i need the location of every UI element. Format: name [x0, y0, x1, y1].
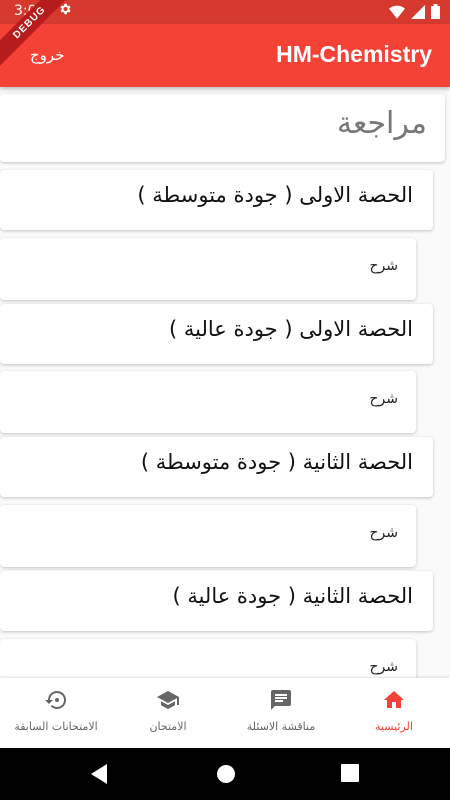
history-icon [44, 688, 68, 712]
nav-item-home[interactable]: الرئيسية [338, 678, 450, 748]
nav-label: الامتحان [149, 720, 187, 733]
home-icon [382, 688, 406, 712]
nav-label: الرئيسية [375, 720, 413, 733]
back-icon[interactable] [91, 764, 109, 788]
explain-label: شرح [369, 525, 399, 541]
cellular-signal-icon [411, 4, 425, 23]
review-title: مراجعة [336, 106, 427, 141]
chat-icon [269, 688, 293, 712]
review-card: مراجعة [0, 94, 445, 162]
lesson-card[interactable]: الحصة الاولى ( جودة متوسطة ) [0, 170, 433, 230]
nav-item-exam[interactable]: الامتحان [112, 678, 224, 748]
lesson-title: الحصة الاولى ( جودة عالية ) [169, 317, 413, 341]
main-content[interactable]: مراجعة الحصة الاولى ( جودة متوسطة ) شرح … [0, 87, 450, 678]
lesson-card[interactable]: الحصة الثانية ( جودة متوسطة ) [0, 437, 433, 497]
system-navigation-bar [0, 748, 450, 800]
lesson-title: الحصة الاولى ( جودة متوسطة ) [137, 183, 413, 207]
explain-card[interactable]: شرح [0, 505, 416, 567]
wifi-icon [389, 4, 405, 23]
nav-label: مناقشة الاسئلة [246, 720, 316, 733]
nav-item-discussion[interactable]: مناقشة الاسئلة [225, 678, 337, 748]
recents-square-icon[interactable] [341, 764, 359, 786]
bottom-navigation: الامتحانات السابقة الامتحان مناقشة الاسئ… [0, 678, 450, 748]
lesson-title: الحصة الثانية ( جودة متوسطة ) [140, 450, 413, 474]
nav-label: الامتحانات السابقة [14, 720, 98, 733]
lesson-card[interactable]: الحصة الاولى ( جودة عالية ) [0, 304, 433, 364]
lesson-title: الحصة الثانية ( جودة عالية ) [172, 584, 413, 608]
status-bar: 3:01 [0, 0, 450, 24]
app-title: HM-Chemistry [276, 41, 432, 67]
app-bar: خروج HM-Chemistry [0, 24, 450, 87]
home-circle-icon[interactable] [216, 764, 236, 788]
explain-label: شرح [369, 258, 399, 274]
explain-card[interactable]: شرح [0, 639, 416, 678]
lesson-card[interactable]: الحصة الثانية ( جودة عالية ) [0, 571, 433, 631]
logout-button[interactable]: خروج [30, 46, 64, 64]
explain-label: شرح [369, 659, 399, 675]
explain-label: شرح [369, 391, 399, 407]
nav-item-previous-exams[interactable]: الامتحانات السابقة [0, 678, 112, 748]
school-icon [156, 688, 180, 712]
explain-card[interactable]: شرح [0, 238, 416, 300]
explain-card[interactable]: شرح [0, 371, 416, 433]
battery-icon [431, 4, 440, 23]
